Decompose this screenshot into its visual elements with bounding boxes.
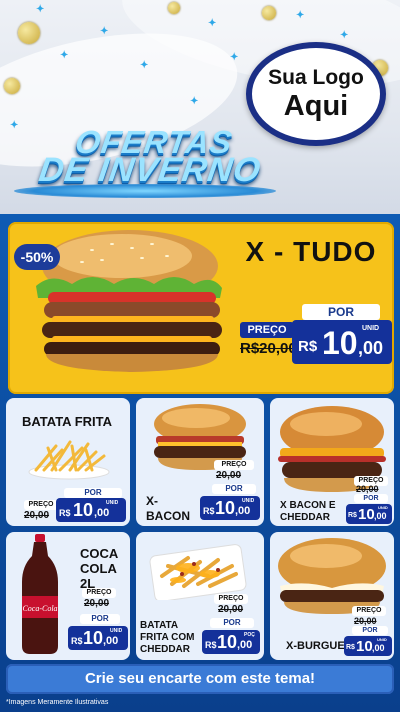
logo-line1: Sua Logo <box>268 66 364 89</box>
price-box: R$ 10 ,00 UNID <box>68 626 128 650</box>
snowflake-icon: ✦ <box>60 50 69 61</box>
por-label: POR <box>354 494 388 503</box>
snowflake-icon: ✦ <box>190 96 199 107</box>
coca-cola-bottle-image: Coca-Cola <box>22 534 58 654</box>
snowflake-icon: ✦ <box>208 18 217 29</box>
old-price: 20,00 <box>216 470 242 481</box>
old-price: 20,00 <box>218 604 244 615</box>
price-dec: ,00 <box>103 635 119 647</box>
hero-price-int: 10 <box>322 325 358 361</box>
product-name: COCA COLA 2L <box>80 546 118 591</box>
snowflake-icon: ✦ <box>140 60 149 71</box>
price-int: 10 <box>356 638 373 655</box>
ice-decoration <box>14 184 276 198</box>
preco-label: PREÇO <box>24 500 58 510</box>
price-box: R$ 10 ,00 UNID <box>200 496 260 520</box>
snowflake-icon: ✦ <box>230 52 239 63</box>
unit: UNID <box>377 637 387 642</box>
fries-cheddar-image <box>149 544 247 600</box>
por-label: POR <box>352 626 388 635</box>
hero-old-price: R$20,00 <box>240 340 297 357</box>
old-price: 20,00 <box>84 598 110 609</box>
unit: UNID <box>242 498 255 504</box>
price-int: 10 <box>358 506 375 523</box>
page-title: OFERTAS DE INVERNO <box>18 124 286 189</box>
price-dec: ,00 <box>94 507 110 519</box>
snowflake-icon: ✦ <box>10 120 19 131</box>
cta-banner[interactable]: Crie seu encarte com este tema! <box>6 664 394 694</box>
hero-por-label: POR <box>302 304 380 320</box>
french-fries-image <box>28 440 110 480</box>
product-name: X- BACON <box>146 494 190 523</box>
preco-label: PREÇO <box>214 594 248 604</box>
discount-badge: -50% <box>14 244 60 270</box>
preco-label: PREÇO <box>352 606 386 616</box>
preco-label: PREÇO <box>82 588 116 598</box>
hero-price-dec: ,00 <box>358 338 384 358</box>
snowflake-icon: ✦ <box>36 4 45 15</box>
svg-text:Coca-Cola: Coca-Cola <box>22 604 57 613</box>
coin-icon <box>4 78 20 94</box>
old-price: 20,00 <box>24 510 50 521</box>
unit: UNID <box>110 628 123 634</box>
price-dec: ,00 <box>235 505 251 517</box>
hero-price-box: R$ 10 ,00 UNID <box>292 320 392 364</box>
currency: R$ <box>205 640 217 650</box>
unit: POÇ <box>244 632 255 638</box>
unit: UNID <box>106 500 119 506</box>
product-name: BATATA FRITA COM CHEDDAR <box>140 620 195 655</box>
currency: R$ <box>346 644 355 651</box>
coin-icon <box>18 22 40 44</box>
por-label: POR <box>212 484 256 494</box>
product-name: BATATA FRITA <box>22 414 113 429</box>
logo-line2: Aqui <box>283 90 349 122</box>
currency: R$ <box>59 508 71 518</box>
por-label: POR <box>210 618 254 628</box>
currency: R$ <box>203 506 215 516</box>
product-name: X-BURGUER <box>286 640 353 652</box>
price-dec: ,00 <box>372 643 385 653</box>
por-label: POR <box>64 488 122 498</box>
price-int: 10 <box>73 500 94 520</box>
price-int: 10 <box>217 632 238 652</box>
price-box: R$ 10 ,00 UNID <box>344 636 392 656</box>
snowflake-icon: ✦ <box>340 30 349 41</box>
product-name: X BACON E CHEDDAR <box>280 500 336 523</box>
header-banner: ✦ ✦ ✦ ✦ ✦ ✦ ✦ ✦ ✦ ✦ Sua Logo Aqui OFERTA… <box>0 0 400 214</box>
por-label: POR <box>80 614 120 624</box>
currency: R$ <box>71 636 83 646</box>
coin-icon <box>168 2 180 14</box>
preco-label: PREÇO <box>214 460 254 470</box>
currency: R$ <box>348 512 357 519</box>
price-box: R$ 10 ,00 POÇ <box>202 630 260 654</box>
coin-icon <box>262 6 276 20</box>
price-box: R$ 10 ,00 UNID <box>56 498 126 522</box>
old-price: 20,00 <box>356 484 379 494</box>
snowflake-icon: ✦ <box>100 26 109 37</box>
hero-unit: UNID <box>362 325 380 332</box>
disclaimer-text: *Imagens Meramente Ilustrativas <box>6 699 109 706</box>
price-dec: ,00 <box>237 639 253 651</box>
x-burguer-image <box>278 538 386 614</box>
unit: UNID <box>378 505 388 510</box>
snowflake-icon: ✦ <box>296 10 305 21</box>
hero-currency: R$ <box>298 338 318 355</box>
hero-preco-label: PREÇO <box>240 322 294 338</box>
price-int: 10 <box>83 628 104 648</box>
hero-product-name: X - TUDO <box>245 236 377 267</box>
title-line2: DE INVERNO <box>36 151 264 189</box>
price-box: R$ 10 ,00 UNID <box>346 504 392 524</box>
price-int: 10 <box>215 498 236 518</box>
price-dec: ,00 <box>374 511 387 521</box>
old-price: 20,00 <box>354 616 377 626</box>
